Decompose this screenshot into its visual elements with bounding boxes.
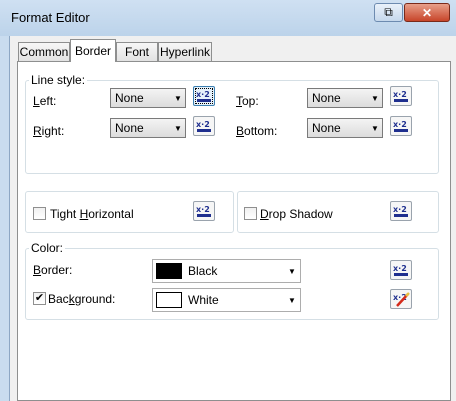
x-2-expression-icon: x·2 xyxy=(393,120,408,132)
title-bar: Format Editor ⧉ ✕ xyxy=(0,0,456,36)
border-color-value: Black xyxy=(188,264,218,278)
chevron-down-icon: ▼ xyxy=(371,93,379,103)
background-color-swatch xyxy=(156,292,182,308)
tab-common[interactable]: Common xyxy=(18,42,70,61)
close-button[interactable]: ✕ xyxy=(404,3,450,22)
svg-text:x·2: x·2 xyxy=(393,205,407,214)
left-expression-button[interactable]: x·2 xyxy=(193,86,215,106)
left-label: Left: xyxy=(33,94,57,108)
svg-text:x·2: x·2 xyxy=(393,90,407,99)
background-color-value: White xyxy=(188,293,219,307)
top-style-select[interactable]: None ▼ xyxy=(307,88,383,108)
left-style-select[interactable]: None ▼ xyxy=(110,88,186,108)
chevron-down-icon: ▼ xyxy=(371,123,379,133)
border-color-swatch xyxy=(156,263,182,279)
dialog-client-area: Common Border Font Hyperlink Line style:… xyxy=(10,36,456,401)
close-icon: ✕ xyxy=(421,5,433,20)
svg-text:x·2: x·2 xyxy=(196,120,210,129)
x-2-expression-icon: x·2 xyxy=(196,120,211,132)
tab-border-label: Border xyxy=(74,44,112,58)
window-title: Format Editor xyxy=(11,10,90,25)
tab-border[interactable]: Border xyxy=(70,39,116,62)
background-checkbox[interactable]: ✔ xyxy=(33,292,46,305)
tight-horizontal-checkbox[interactable] xyxy=(33,207,46,220)
tab-common-label: Common xyxy=(19,45,69,59)
tight-horizontal-label: Tight Horizontal xyxy=(50,207,134,221)
chevron-down-icon: ▼ xyxy=(288,266,296,276)
border-color-select[interactable]: Black ▼ xyxy=(152,259,301,283)
chevron-down-icon: ▼ xyxy=(288,295,296,305)
border-color-label: Border: xyxy=(33,263,73,277)
chevron-down-icon: ▼ xyxy=(174,93,182,103)
svg-text:x·2: x·2 xyxy=(196,90,210,99)
svg-text:x·2: x·2 xyxy=(393,120,407,129)
chevron-down-icon: ▼ xyxy=(174,123,182,133)
right-style-select[interactable]: None ▼ xyxy=(110,118,186,138)
right-label: Right: xyxy=(33,124,65,138)
bottom-expression-button[interactable]: x·2 xyxy=(390,116,412,136)
tab-hyperlink-label: Hyperlink xyxy=(159,45,210,59)
svg-text:x·2: x·2 xyxy=(196,205,210,214)
top-label: Top: xyxy=(236,94,259,108)
tight-horizontal-expression-button[interactable]: x·2 xyxy=(193,201,215,221)
drop-shadow-expression-button[interactable]: x·2 xyxy=(390,201,412,221)
drop-shadow-checkbox[interactable] xyxy=(244,207,257,220)
window-frame-left xyxy=(0,36,10,401)
bottom-style-value: None xyxy=(312,121,341,135)
background-color-expression-button[interactable]: x·2 xyxy=(390,289,412,309)
line-style-label: Line style: xyxy=(29,73,88,87)
svg-text:x·2: x·2 xyxy=(393,264,407,273)
x-2-expression-icon: x·2 xyxy=(393,90,408,102)
x-2-expression-icon: x·2 xyxy=(196,205,211,217)
top-style-value: None xyxy=(312,91,341,105)
top-expression-button[interactable]: x·2 xyxy=(390,86,412,106)
border-color-expression-button[interactable]: x·2 xyxy=(390,260,412,280)
x-2-expression-edit-icon: x·2 xyxy=(393,292,410,307)
left-style-value: None xyxy=(115,91,144,105)
x-2-expression-icon: x·2 xyxy=(196,90,211,102)
background-color-select[interactable]: White ▼ xyxy=(152,288,301,312)
bottom-label: Bottom: xyxy=(236,124,278,138)
right-expression-button[interactable]: x·2 xyxy=(193,116,215,136)
restore-button[interactable]: ⧉ xyxy=(374,3,403,22)
right-style-value: None xyxy=(115,121,144,135)
checkmark-icon: ✔ xyxy=(34,292,45,304)
x-2-expression-icon: x·2 xyxy=(393,264,408,276)
color-label: Color: xyxy=(29,241,66,255)
bottom-style-select[interactable]: None ▼ xyxy=(307,118,383,138)
tab-hyperlink[interactable]: Hyperlink xyxy=(158,42,212,61)
restore-icon: ⧉ xyxy=(384,5,393,19)
background-color-label: Background: xyxy=(48,292,116,306)
tab-font-label: Font xyxy=(124,45,149,59)
drop-shadow-label: Drop Shadow xyxy=(260,207,333,221)
border-tab-panel: Line style: Left: None ▼ x·2 Top: None ▼… xyxy=(17,61,451,401)
x-2-expression-icon: x·2 xyxy=(393,205,408,217)
tab-font[interactable]: Font xyxy=(116,42,158,61)
